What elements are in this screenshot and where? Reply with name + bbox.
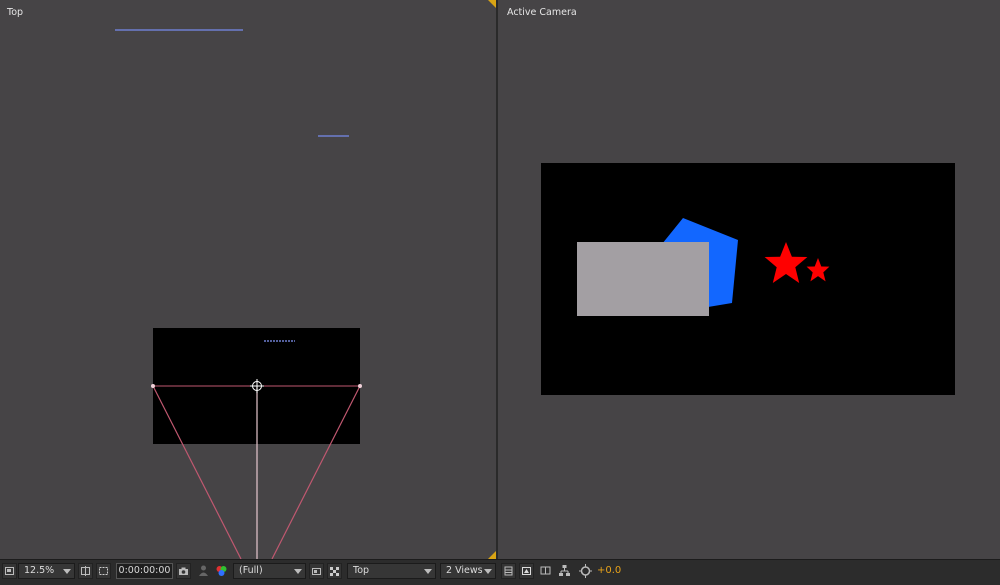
region-of-interest-icon[interactable]: [96, 563, 111, 579]
camera-handle[interactable]: [358, 384, 362, 388]
camera-handle[interactable]: [151, 384, 155, 388]
view-layout-value: 2 Views: [446, 565, 483, 576]
gray-solid-layer[interactable]: [577, 242, 709, 316]
channel-icon[interactable]: [214, 563, 229, 579]
chevron-down-icon: [63, 569, 71, 574]
chevron-down-icon: [484, 569, 492, 574]
chevron-down-icon: [294, 569, 302, 574]
resolution-dropdown[interactable]: (Full): [233, 563, 306, 579]
snapshot-icon[interactable]: [176, 563, 191, 579]
viewer-toolbar: 12.5% 0:00:00:00 (Full) Top 2 Views +0.0: [0, 559, 1000, 585]
magnification-dropdown[interactable]: 12.5%: [18, 563, 75, 579]
magnification-value: 12.5%: [24, 565, 55, 576]
resolution-value: (Full): [239, 565, 263, 576]
exposure-reset-icon[interactable]: [578, 563, 593, 579]
active-camera-viewport[interactable]: Active Camera: [498, 0, 1000, 559]
top-view-scene: [115, 29, 362, 559]
always-preview-icon[interactable]: [2, 563, 17, 579]
chevron-down-icon: [424, 569, 432, 574]
flowchart-icon[interactable]: [557, 563, 572, 579]
active-camera-scene: [541, 163, 955, 395]
transparency-grid-icon[interactable]: [327, 563, 342, 579]
3d-draft-icon[interactable]: [519, 563, 534, 579]
view-options-icon[interactable]: [501, 563, 516, 579]
exposure-value[interactable]: +0.0: [597, 563, 627, 579]
timecode-display[interactable]: 0:00:00:00: [116, 563, 173, 579]
show-snapshot-icon[interactable]: [196, 563, 211, 579]
top-view-viewport[interactable]: Top: [0, 0, 496, 559]
safe-zones-icon[interactable]: [78, 563, 93, 579]
3d-view-dropdown[interactable]: Top: [347, 563, 436, 579]
toggle-pixel-aspect-icon[interactable]: [538, 563, 553, 579]
3d-view-value: Top: [353, 565, 370, 576]
view-layout-dropdown[interactable]: 2 Views: [440, 563, 496, 579]
fast-previews-icon[interactable]: [309, 563, 324, 579]
